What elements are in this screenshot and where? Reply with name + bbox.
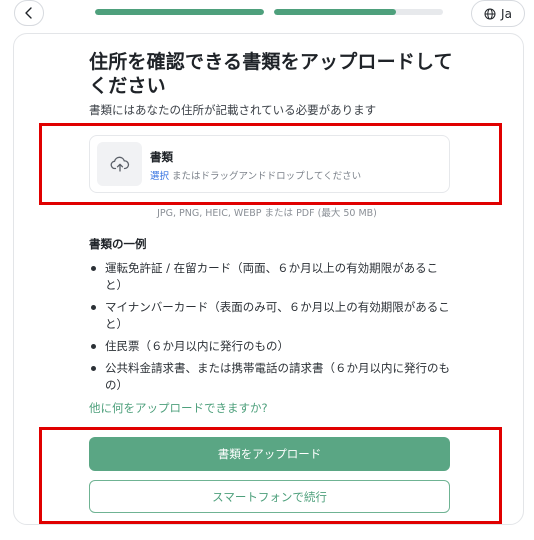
language-label: Ja (501, 6, 512, 21)
list-item: マイナンバーカード（表面のみ可、６か月以上の有効期限があること） (89, 299, 451, 333)
list-item: 運転免許証 / 在留カード（両面、６か月以上の有効期限があること） (89, 260, 451, 294)
bullet (91, 366, 96, 371)
page: Ja 住所を確認できる書類をアップロードしてください 書類にはあなたの住所が記載… (0, 0, 534, 540)
example-text: 公共料金請求書、または携帯電話の請求書（６か月以内に発行のもの） (105, 361, 450, 392)
language-button[interactable]: Ja (471, 0, 525, 27)
progress-fill-2 (274, 9, 396, 15)
progress-fill-1 (95, 9, 264, 15)
highlight-box-dropzone (39, 123, 502, 205)
example-text: 住民票（６か月以内に発行のもの） (105, 339, 289, 353)
globe-icon (484, 8, 496, 19)
example-text: マイナンバーカード（表面のみ可、６か月以上の有効期限があること） (105, 300, 450, 331)
progress-step-2 (274, 9, 443, 15)
page-subtitle: 書類にはあなたの住所が記載されている必要があります (89, 103, 377, 117)
list-item: 公共料金請求書、または携帯電話の請求書（６か月以内に発行のもの） (89, 360, 451, 394)
page-title: 住所を確認できる書類をアップロードしてください (89, 51, 453, 97)
highlight-box-buttons (39, 427, 502, 524)
what-else-link[interactable]: 他に何をアップロードできますか? (89, 400, 268, 416)
bullet (91, 344, 96, 349)
progress-step-1 (95, 9, 264, 15)
bullet (91, 266, 96, 271)
bullet (91, 305, 96, 310)
accepted-formats: JPG, PNG, HEIC, WEBP または PDF (最大 50 MB) (157, 208, 377, 219)
chevron-left-icon (25, 7, 32, 19)
examples-heading: 書類の一例 (89, 237, 147, 251)
example-text: 運転免許証 / 在留カード（両面、６か月以上の有効期限があること） (105, 261, 439, 292)
list-item: 住民票（６か月以内に発行のもの） (89, 338, 451, 355)
back-button[interactable] (14, 0, 44, 26)
examples-list: 運転免許証 / 在留カード（両面、６か月以上の有効期限があること） マイナンバー… (89, 260, 451, 399)
